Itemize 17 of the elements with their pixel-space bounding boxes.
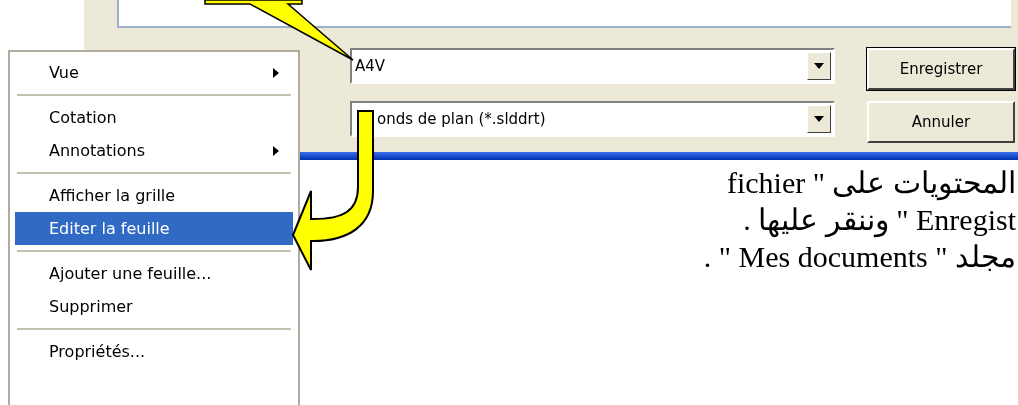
submenu-arrow-icon [273, 67, 279, 78]
document-text-line: المحتويات على " fichier [726, 165, 1016, 201]
menu-item[interactable]: Afficher la grille [15, 179, 293, 212]
document-text-line: مجلد " Mes documents " . [703, 239, 1016, 275]
menu-item[interactable]: Ajouter une feuille... [15, 257, 293, 290]
menu-item[interactable]: Vue [15, 56, 293, 89]
save-button[interactable]: Enregistrer [867, 48, 1015, 90]
menu-item[interactable]: Cotation [15, 101, 293, 134]
submenu-arrow-icon [273, 145, 279, 156]
file-type-combo[interactable]: onds de plan (*.slddrt) [350, 101, 835, 137]
menu-item[interactable]: Supprimer [15, 290, 293, 323]
document-text-line: Enregist " وننقر عليها . [743, 202, 1016, 238]
menu-item[interactable]: Propriétés... [15, 335, 293, 368]
file-name-combo[interactable]: A4V [350, 48, 835, 84]
menu-item[interactable]: Annotations [15, 134, 293, 167]
menu-item[interactable]: Editer la feuille [15, 212, 293, 245]
cancel-button[interactable]: Annuler [867, 101, 1015, 143]
